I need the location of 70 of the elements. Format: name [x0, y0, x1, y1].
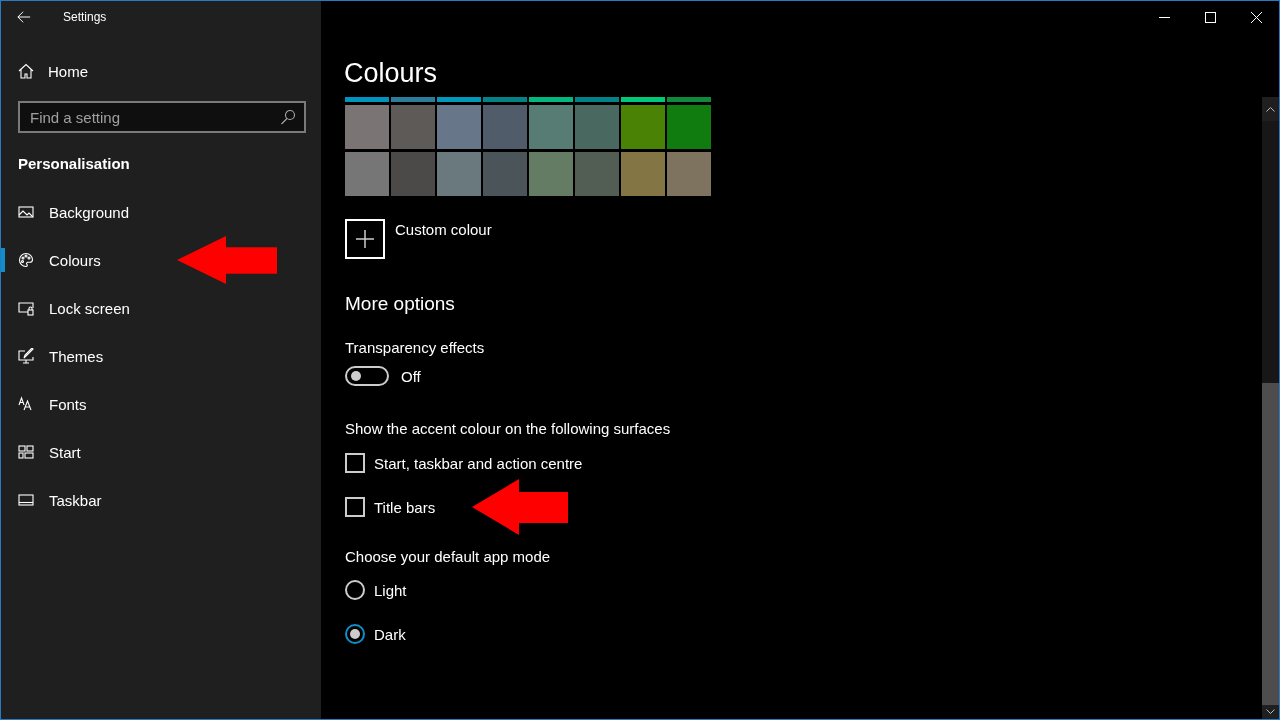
picture-icon [18, 204, 34, 220]
page-title: Colours [343, 60, 439, 90]
colour-swatch[interactable] [437, 105, 481, 149]
sidebar-item[interactable]: Colours [1, 248, 101, 272]
window-title: Settings [63, 10, 107, 24]
colour-swatch[interactable] [621, 105, 665, 149]
custom-colour-label: Custom colour [395, 221, 492, 238]
colour-swatch[interactable] [437, 97, 481, 102]
colour-swatch[interactable] [667, 152, 711, 196]
colour-swatch[interactable] [391, 105, 435, 149]
sidebar-item[interactable]: Background [1, 200, 130, 224]
tiles-icon [18, 444, 34, 460]
search-field[interactable]: Find a setting [18, 101, 306, 133]
colour-swatch[interactable] [667, 105, 711, 149]
section-heading: Personalisation [18, 154, 131, 174]
setting-label: Show the accent colour on the following surfaces [345, 420, 672, 437]
letters-icon [18, 396, 34, 412]
setting-label: Transparency effects [345, 339, 486, 356]
brush-monitor-icon [18, 348, 34, 364]
checkbox-label[interactable]: Title bars [374, 498, 436, 516]
scroll-down-button[interactable] [1262, 705, 1279, 719]
chevron-down-icon [1266, 709, 1275, 715]
checkbox[interactable] [345, 497, 365, 517]
colour-swatch[interactable] [667, 97, 711, 102]
scroll-up-button[interactable] [1262, 97, 1279, 121]
scrollbar-thumb[interactable] [1262, 383, 1279, 705]
colour-swatch[interactable] [621, 97, 665, 102]
colour-swatch[interactable] [529, 152, 573, 196]
checkbox[interactable] [345, 453, 365, 473]
sidebar-item[interactable]: Themes [1, 344, 104, 368]
lock-screen-icon [18, 300, 34, 316]
maximize-icon [1204, 11, 1216, 23]
sidebar-item[interactable]: Lock screen [1, 296, 130, 320]
colour-swatch[interactable] [391, 97, 435, 102]
back-arrow-icon [17, 10, 31, 24]
palette-icon [18, 252, 34, 268]
search-icon [280, 109, 296, 125]
colour-swatch[interactable] [575, 105, 619, 149]
colour-swatch[interactable] [345, 97, 389, 102]
add-colour-button[interactable] [345, 219, 385, 259]
sidebar-item[interactable]: Fonts [1, 392, 87, 416]
checkbox-label[interactable]: Start, taskbar and action centre [374, 454, 583, 472]
setting-label: Choose your default app mode [345, 548, 552, 565]
close-icon [1250, 11, 1262, 23]
colour-swatch[interactable] [345, 105, 389, 149]
colour-swatch[interactable] [575, 97, 619, 102]
colour-swatch[interactable] [391, 152, 435, 196]
radio-label[interactable]: Light [374, 581, 407, 599]
bar-icon [18, 492, 34, 508]
toggle-switch[interactable] [345, 366, 389, 386]
colour-swatch[interactable] [437, 152, 481, 196]
chevron-up-icon [1266, 106, 1275, 112]
colour-swatch[interactable] [483, 97, 527, 102]
colour-swatch[interactable] [345, 152, 389, 196]
section-heading: More options [345, 293, 456, 315]
colour-swatch[interactable] [621, 152, 665, 196]
colour-swatch[interactable] [529, 97, 573, 102]
sidebar-item[interactable]: Taskbar [1, 488, 102, 512]
colour-swatch[interactable] [483, 152, 527, 196]
radio-button[interactable] [345, 624, 365, 644]
colour-swatch[interactable] [575, 152, 619, 196]
colour-swatch[interactable] [529, 105, 573, 149]
sidebar-item[interactable]: Start [1, 440, 81, 464]
home-icon [18, 63, 34, 79]
radio-label[interactable]: Dark [374, 625, 406, 643]
colour-swatch[interactable] [483, 105, 527, 149]
toggle-state: Off [401, 367, 421, 385]
home-link[interactable]: Home [18, 55, 321, 87]
radio-button[interactable] [345, 580, 365, 600]
plus-icon [355, 229, 375, 249]
